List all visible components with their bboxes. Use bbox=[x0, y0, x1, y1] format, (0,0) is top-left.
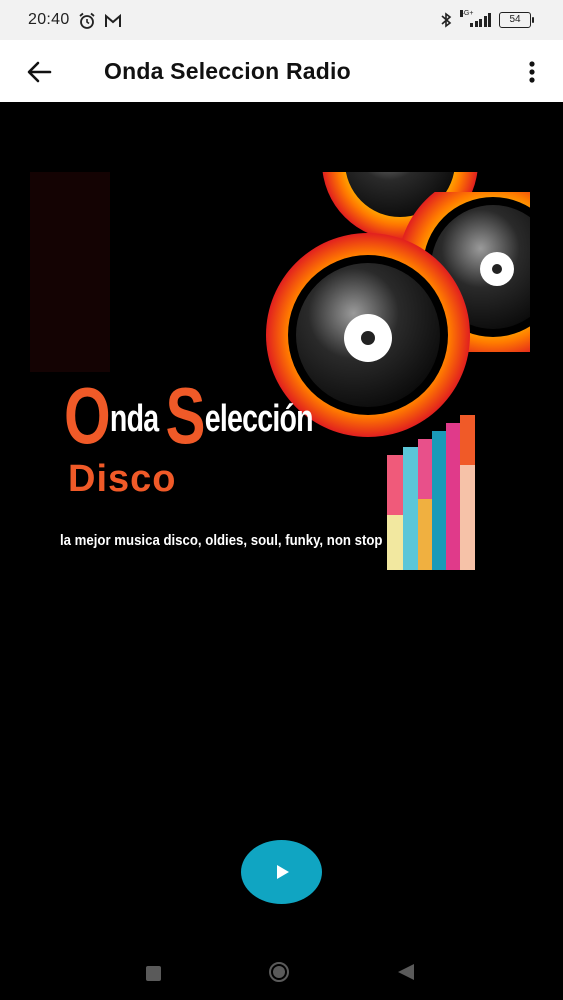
back-button[interactable] bbox=[22, 55, 56, 89]
network-type-label: 4G+ bbox=[460, 10, 474, 17]
station-artwork: Onda Selección Disco la mejor musica dis… bbox=[0, 172, 563, 672]
logo-wordmark: Onda Selección bbox=[64, 370, 314, 462]
logo-word-onda: nda bbox=[109, 398, 159, 440]
page-title: Onda Seleccion Radio bbox=[104, 58, 351, 84]
player-content: Onda Selección Disco la mejor musica dis… bbox=[0, 102, 563, 942]
alarm-icon bbox=[79, 12, 95, 29]
arrow-left-icon bbox=[27, 61, 52, 83]
bluetooth-icon bbox=[441, 12, 452, 28]
status-time: 20:40 bbox=[28, 11, 70, 28]
battery-icon: 54 bbox=[499, 12, 534, 28]
more-vert-icon bbox=[529, 61, 535, 83]
app-bar: Onda Seleccion Radio bbox=[0, 40, 563, 102]
logo-initial-s: S bbox=[165, 371, 206, 460]
overflow-menu-button[interactable] bbox=[519, 55, 545, 89]
system-back-button[interactable] bbox=[398, 964, 414, 980]
system-nav-bar bbox=[0, 942, 563, 1000]
signal-strength-icon: 4G+ bbox=[460, 10, 491, 27]
play-icon bbox=[276, 865, 289, 879]
recents-button[interactable] bbox=[146, 966, 161, 981]
play-button[interactable] bbox=[241, 840, 322, 904]
home-button[interactable] bbox=[269, 962, 289, 982]
gmail-icon bbox=[105, 13, 121, 27]
status-left-icons bbox=[78, 12, 122, 30]
logo-subtitle: Disco bbox=[68, 458, 177, 500]
logo-word-seleccion: elección bbox=[204, 398, 314, 440]
status-bar: 20:40 4G+ 54 bbox=[0, 0, 563, 40]
status-right-icons: 4G+ 54 bbox=[440, 10, 534, 28]
station-tagline: la mejor musica disco, oldies, soul, fun… bbox=[60, 532, 383, 549]
logo-initial-o: O bbox=[64, 371, 111, 460]
